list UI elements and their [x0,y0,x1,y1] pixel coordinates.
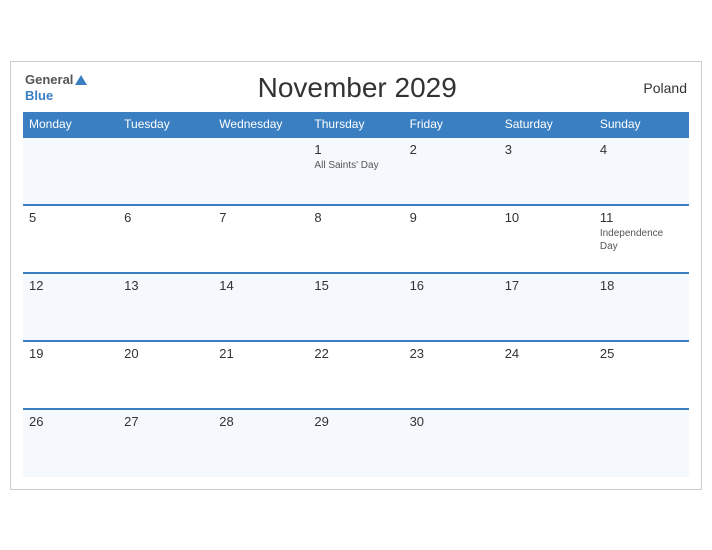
calendar-cell: 28 [213,409,308,477]
day-number: 1 [314,142,397,157]
day-number: 23 [410,346,493,361]
calendar-cell: 20 [118,341,213,409]
calendar-cell: 19 [23,341,118,409]
calendar-cell: 1 All Saints' Day [308,137,403,205]
day-number: 6 [124,210,207,225]
day-number: 11 [600,210,683,225]
calendar-week-row: 19 20 21 22 23 24 25 [23,341,689,409]
day-number: 22 [314,346,397,361]
weekday-header-friday: Friday [404,112,499,137]
day-number: 20 [124,346,207,361]
calendar-cell: 16 [404,273,499,341]
calendar-week-row: 26 27 28 29 30 [23,409,689,477]
weekday-header-wednesday: Wednesday [213,112,308,137]
calendar-cell: 17 [499,273,594,341]
calendar-header: General Blue November 2029 Poland [23,72,689,104]
day-number: 15 [314,278,397,293]
calendar-cell: 3 [499,137,594,205]
calendar-cell [594,409,689,477]
day-number: 13 [124,278,207,293]
calendar-cell: 14 [213,273,308,341]
calendar-cell: 4 [594,137,689,205]
calendar-cell: 29 [308,409,403,477]
calendar-cell [499,409,594,477]
calendar-cell: 27 [118,409,213,477]
calendar-cell: 23 [404,341,499,409]
calendar-cell: 21 [213,341,308,409]
logo-general-text: General [25,72,73,88]
calendar-cell: 5 [23,205,118,273]
calendar-cell: 13 [118,273,213,341]
country-label: Poland [627,80,687,96]
day-number: 5 [29,210,112,225]
day-event: All Saints' Day [314,159,397,172]
calendar-cell [213,137,308,205]
logo-blue-text: Blue [25,88,87,104]
month-title: November 2029 [87,72,627,104]
day-number: 30 [410,414,493,429]
calendar-cell: 18 [594,273,689,341]
day-number: 24 [505,346,588,361]
day-number: 19 [29,346,112,361]
calendar-grid: MondayTuesdayWednesdayThursdayFridaySatu… [23,112,689,477]
weekday-header-sunday: Sunday [594,112,689,137]
day-number: 14 [219,278,302,293]
weekday-header-row: MondayTuesdayWednesdayThursdayFridaySatu… [23,112,689,137]
day-number: 25 [600,346,683,361]
calendar-cell: 2 [404,137,499,205]
calendar-cell: 7 [213,205,308,273]
calendar-cell: 30 [404,409,499,477]
day-number: 16 [410,278,493,293]
calendar-cell: 9 [404,205,499,273]
day-number: 12 [29,278,112,293]
calendar-cell: 11 Independence Day [594,205,689,273]
day-number: 4 [600,142,683,157]
logo-triangle-icon [75,75,87,85]
calendar-cell: 24 [499,341,594,409]
calendar-cell [118,137,213,205]
calendar-cell: 12 [23,273,118,341]
calendar-week-row: 56789 10 11 Independence Day [23,205,689,273]
day-event: Independence Day [600,227,683,253]
day-number: 28 [219,414,302,429]
calendar-container: General Blue November 2029 Poland Monday… [10,61,702,490]
calendar-cell: 25 [594,341,689,409]
day-number: 7 [219,210,302,225]
day-number: 27 [124,414,207,429]
weekday-header-saturday: Saturday [499,112,594,137]
calendar-cell: 6 [118,205,213,273]
day-number: 18 [600,278,683,293]
calendar-cell: 8 [308,205,403,273]
day-number: 17 [505,278,588,293]
day-number: 3 [505,142,588,157]
day-number: 8 [314,210,397,225]
day-number: 21 [219,346,302,361]
day-number: 2 [410,142,493,157]
logo: General Blue [25,72,87,103]
calendar-week-row: 1 All Saints' Day 234 [23,137,689,205]
calendar-cell: 22 [308,341,403,409]
weekday-header-thursday: Thursday [308,112,403,137]
calendar-cell: 10 [499,205,594,273]
calendar-week-row: 12 13 14 15 16 17 18 [23,273,689,341]
weekday-header-monday: Monday [23,112,118,137]
calendar-cell: 15 [308,273,403,341]
weekday-header-tuesday: Tuesday [118,112,213,137]
day-number: 10 [505,210,588,225]
day-number: 9 [410,210,493,225]
calendar-cell [23,137,118,205]
day-number: 29 [314,414,397,429]
calendar-cell: 26 [23,409,118,477]
day-number: 26 [29,414,112,429]
